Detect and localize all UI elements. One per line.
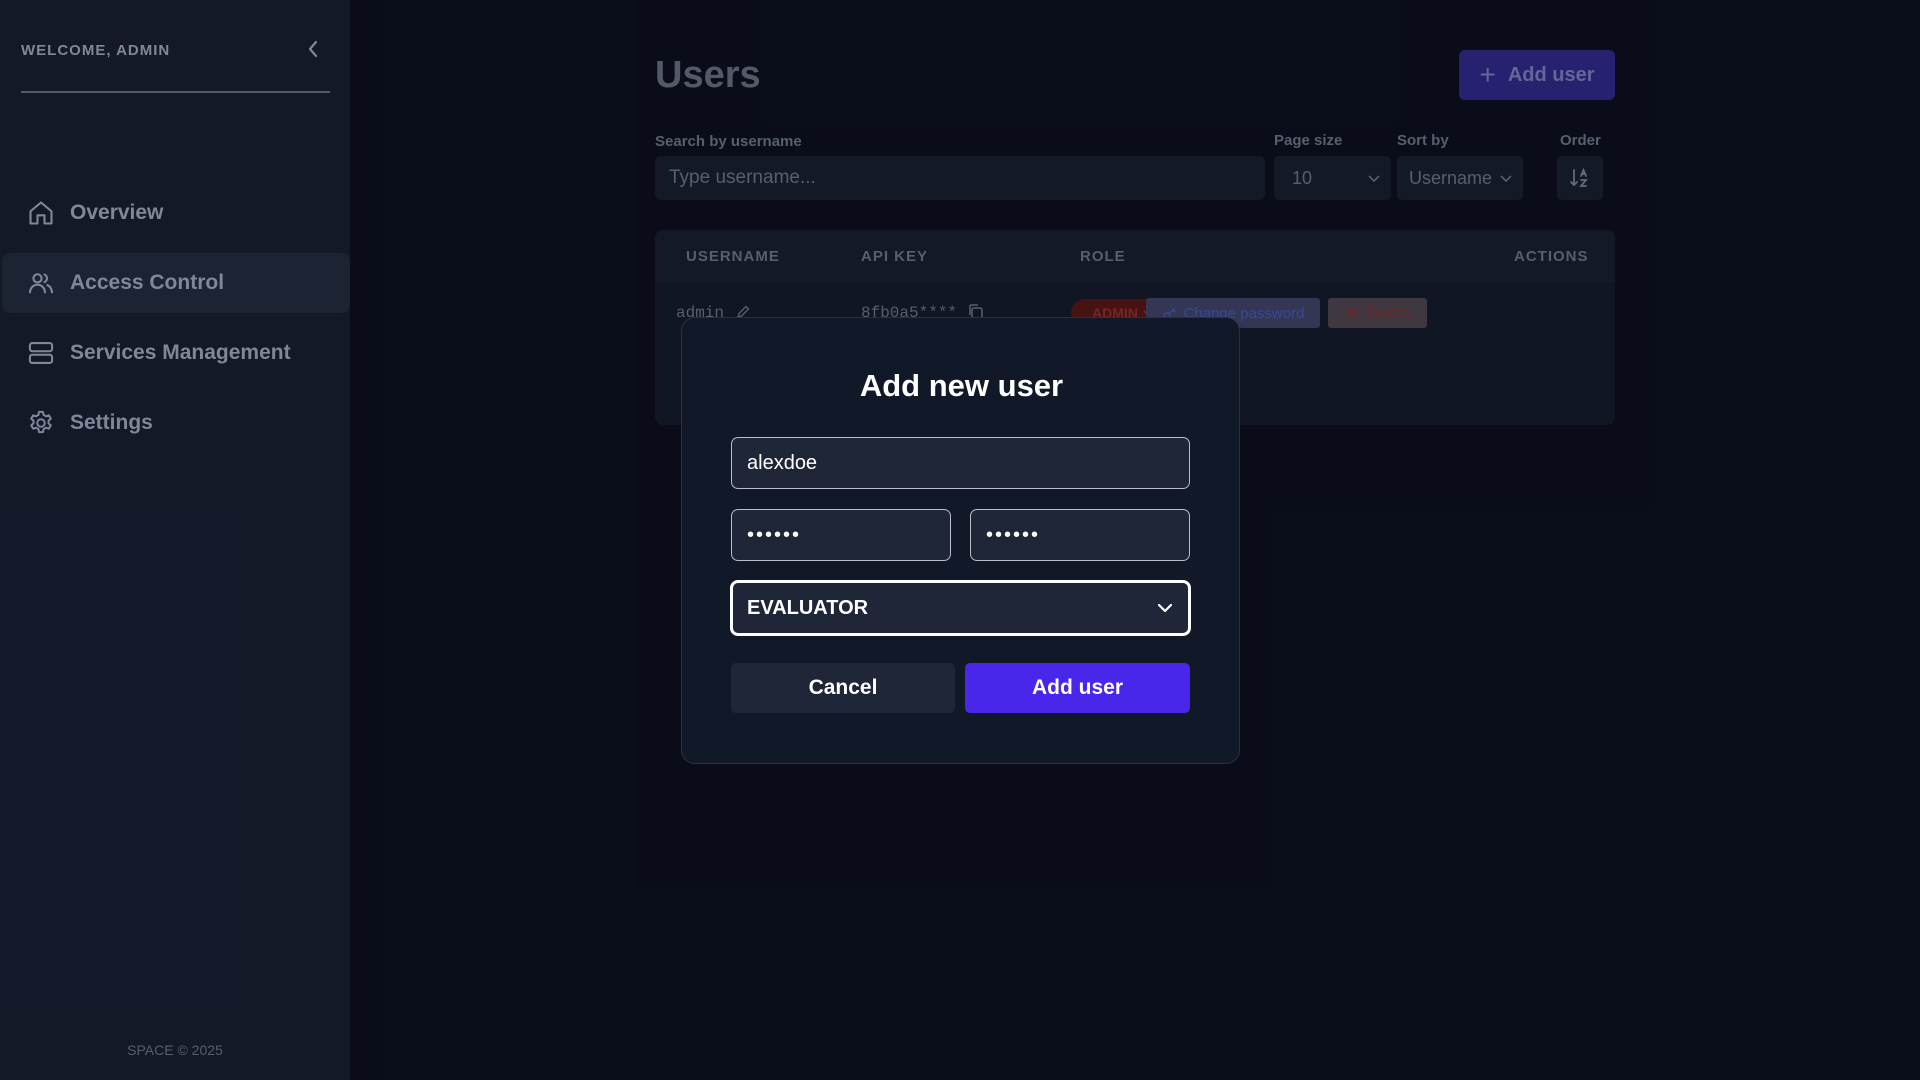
role-select-value: EVALUATOR xyxy=(747,596,869,619)
modal-title: Add new user xyxy=(859,368,1064,403)
submit-add-user-button[interactable]: Add user xyxy=(965,663,1190,713)
password-field[interactable] xyxy=(731,509,951,561)
confirm-password-field[interactable] xyxy=(970,509,1190,561)
cancel-button[interactable]: Cancel xyxy=(731,663,955,713)
add-user-modal: Add new user EVALUATOR Cancel Add user xyxy=(681,317,1240,764)
role-select[interactable]: EVALUATOR xyxy=(730,580,1191,636)
chevron-down-icon xyxy=(1157,603,1173,613)
username-field[interactable] xyxy=(731,437,1190,489)
